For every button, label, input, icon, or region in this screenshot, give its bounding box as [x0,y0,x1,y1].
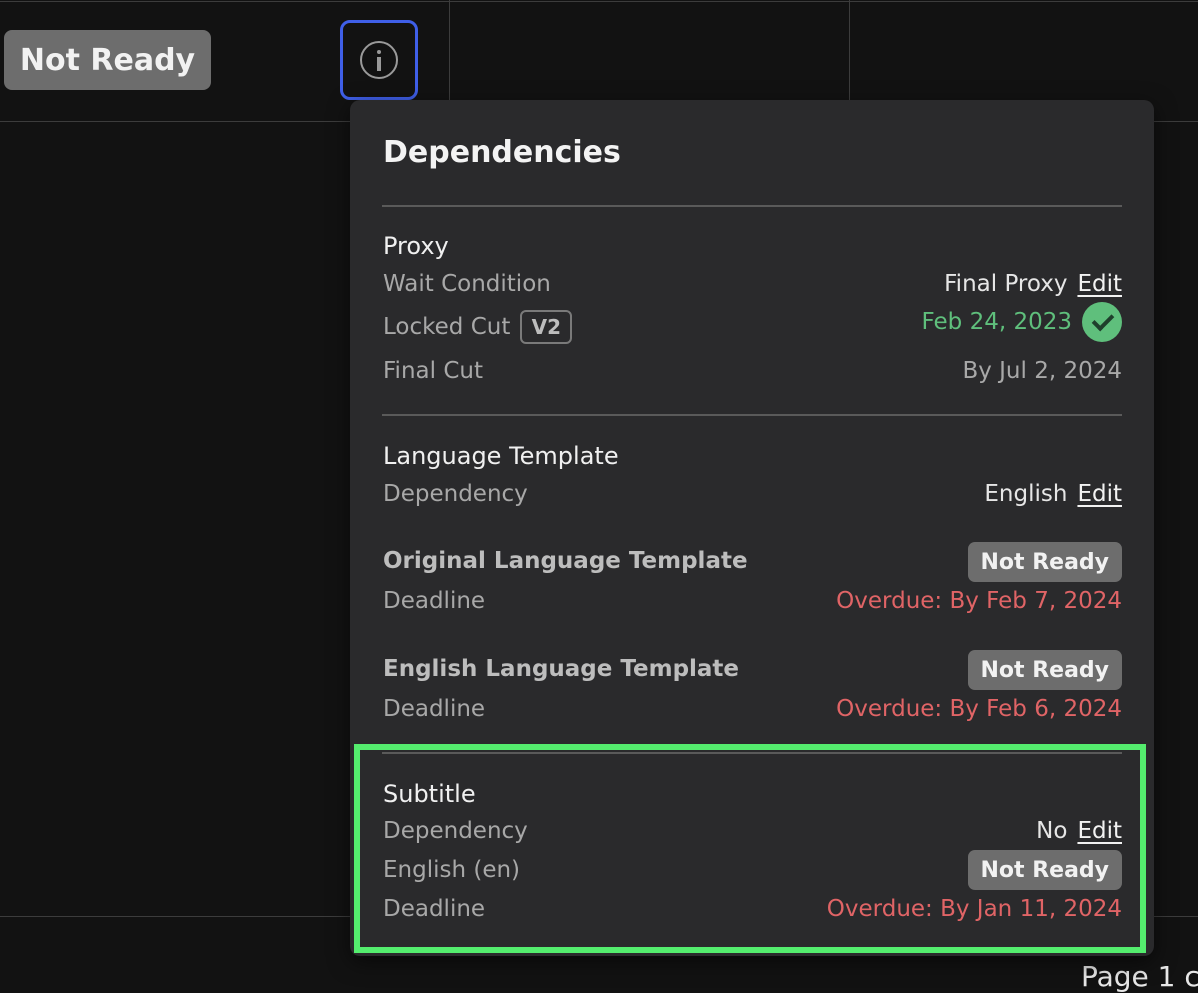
proxy-section-title: Proxy [383,232,449,260]
dependencies-popover: Dependencies Proxy Wait Condition Final … [350,100,1154,956]
subtitle-deadline-label: Deadline [383,896,486,922]
subtitle-dependency-value: No [1036,818,1068,844]
subtitle-edit-link[interactable]: Edit [1077,818,1122,844]
original-language-template-deadline-value: Overdue: By Feb 7, 2024 [836,588,1122,614]
section-divider [382,752,1122,754]
english-language-template-deadline-value: Overdue: By Feb 6, 2024 [836,696,1122,722]
wait-condition-value-group: Final Proxy Edit [944,271,1122,297]
original-language-template-status-badge: Not Ready [967,542,1122,582]
section-divider [382,205,1122,207]
check-circle-icon [1082,302,1122,342]
language-template-edit-link[interactable]: Edit [1077,481,1122,507]
locked-cut-version-badge: V2 [520,310,573,344]
original-language-template-deadline-label: Deadline [383,588,486,614]
original-language-template-status-group: Not Ready [967,542,1122,582]
subtitle-deadline-value: Overdue: By Jan 11, 2024 [826,896,1122,922]
locked-cut-date-group: Feb 24, 2023 [922,302,1122,342]
english-language-template-status-group: Not Ready [967,650,1122,690]
english-language-template-status-badge: Not Ready [967,650,1122,690]
subtitle-dependency-label: Dependency [383,818,528,844]
subtitle-language-label: English (en) [383,857,521,883]
table-top-border [0,1,1198,2]
language-template-dependency-group: English Edit [984,481,1122,507]
pagination-label: Page 1 c [1081,960,1198,993]
popover-title: Dependencies [383,135,621,170]
original-language-template-name: Original Language Template [383,548,748,574]
language-template-dependency-value: English [984,481,1068,507]
english-language-template-deadline-label: Deadline [383,696,486,722]
locked-cut-row-label: Locked Cut V2 [383,310,573,344]
language-template-section-title: Language Template [383,442,619,470]
english-language-template-name: English Language Template [383,656,740,682]
section-divider [382,414,1122,416]
wait-condition-edit-link[interactable]: Edit [1077,271,1122,297]
final-cut-value: By Jul 2, 2024 [962,358,1122,384]
subtitle-dependency-group: No Edit [1036,818,1122,844]
locked-cut-date: Feb 24, 2023 [921,309,1072,335]
subtitle-language-status-group: Not Ready [967,850,1122,890]
subtitle-section-title: Subtitle [383,780,476,808]
language-template-dependency-label: Dependency [383,481,528,507]
wait-condition-label: Wait Condition [383,271,551,297]
dependencies-info-button[interactable] [340,20,418,100]
locked-cut-label: Locked Cut [383,314,511,340]
final-cut-label: Final Cut [383,358,483,384]
wait-condition-value: Final Proxy [944,271,1068,297]
subtitle-language-status-badge: Not Ready [967,850,1122,890]
info-icon [360,41,398,79]
row-status-badge: Not Ready [4,30,211,90]
